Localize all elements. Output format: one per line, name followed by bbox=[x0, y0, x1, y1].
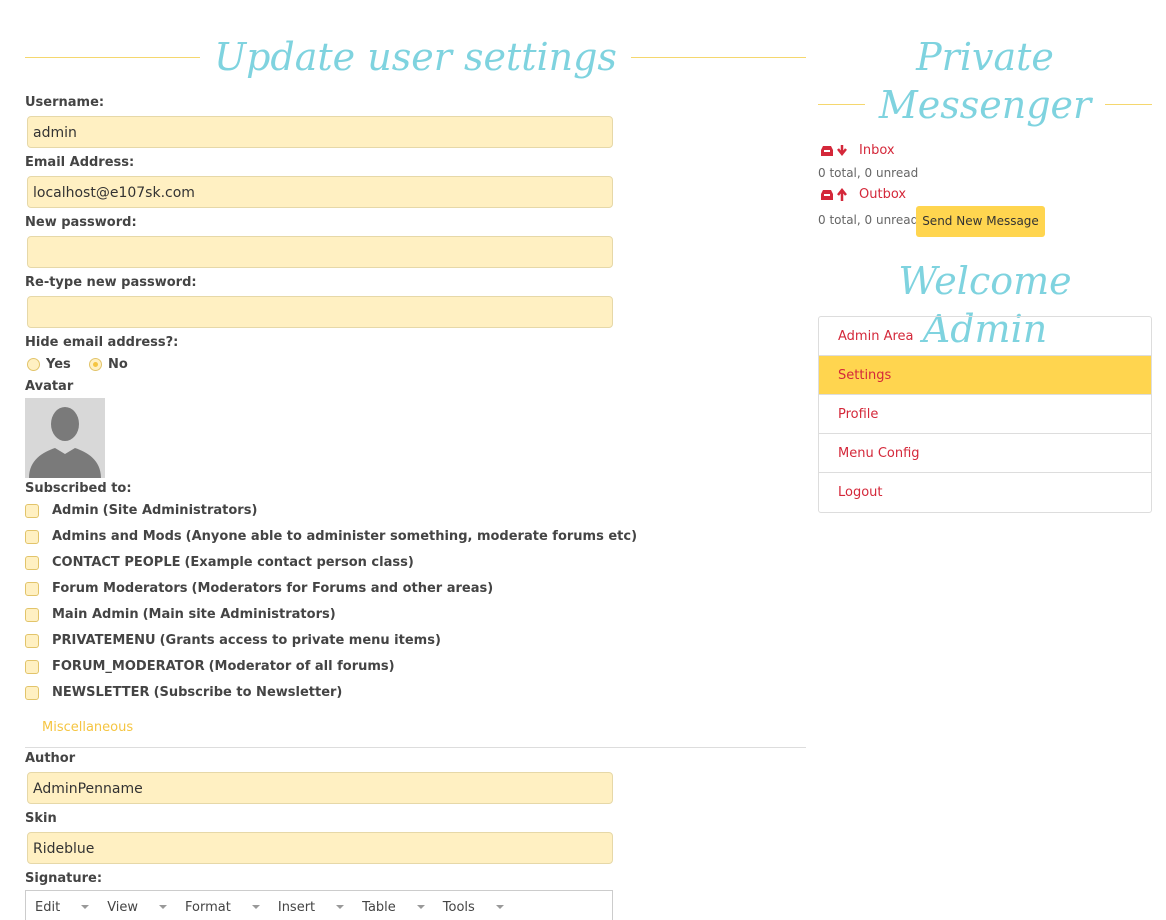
caret-down-icon bbox=[336, 905, 345, 909]
menu-format[interactable]: Format bbox=[185, 900, 260, 920]
skin-label: Skin bbox=[25, 811, 57, 826]
menu-view[interactable]: View bbox=[107, 900, 168, 920]
caret-down-icon bbox=[159, 905, 168, 909]
menu-item-settings[interactable]: Settings bbox=[819, 356, 1151, 395]
page-title: Update user settings bbox=[214, 35, 617, 79]
menu-item-logout[interactable]: Logout bbox=[819, 473, 1151, 512]
caret-down-icon bbox=[495, 905, 504, 909]
settings-heading: Update user settings bbox=[25, 33, 807, 81]
pm-heading: Private Messenger bbox=[818, 33, 1152, 129]
outbox-meta: 0 total, 0 unread bbox=[818, 213, 919, 227]
signature-label: Signature: bbox=[25, 871, 103, 886]
subscription-item[interactable]: Admins and Mods (Anyone able to administe… bbox=[25, 529, 641, 544]
email-input[interactable]: localhost@e107sk.com bbox=[27, 176, 613, 208]
retype-password-input[interactable] bbox=[27, 296, 613, 328]
hide-email-no[interactable]: No bbox=[89, 357, 128, 372]
outbox-icon bbox=[821, 187, 847, 201]
checkbox[interactable] bbox=[25, 607, 39, 622]
checkbox[interactable] bbox=[25, 555, 39, 570]
subscribed-label: Subscribed to: bbox=[25, 481, 132, 496]
menu-table[interactable]: Table bbox=[362, 900, 425, 920]
checkbox[interactable] bbox=[25, 529, 39, 544]
outbox-label: Outbox bbox=[859, 187, 907, 202]
menu-insert[interactable]: Insert bbox=[278, 900, 345, 920]
tab-miscellaneous[interactable]: Miscellaneous bbox=[42, 720, 133, 735]
caret-down-icon bbox=[81, 905, 90, 909]
pm-title-line1: Private bbox=[916, 35, 1054, 79]
outbox-link[interactable]: Outbox bbox=[820, 187, 906, 202]
inbox-meta: 0 total, 0 unread bbox=[818, 166, 919, 180]
subscription-item[interactable]: PRIVATEMENU (Grants access to private men… bbox=[25, 633, 445, 648]
caret-down-icon bbox=[251, 905, 260, 909]
pm-title-line2: Messenger bbox=[878, 83, 1092, 127]
subscription-item[interactable]: CONTACT PEOPLE (Example contact person cl… bbox=[25, 555, 418, 570]
send-new-message-button[interactable]: Send New Message bbox=[916, 206, 1045, 237]
menu-edit[interactable]: Edit bbox=[35, 900, 90, 920]
subscription-item[interactable]: NEWSLETTER (Subscribe to Newsletter) bbox=[25, 685, 346, 700]
menu-item-profile[interactable]: Profile bbox=[819, 395, 1151, 434]
menu-item-menu-config[interactable]: Menu Config bbox=[819, 434, 1151, 473]
caret-down-icon bbox=[416, 905, 425, 909]
welcome-menu: Admin Area Settings Profile Menu Config … bbox=[818, 316, 1152, 513]
radio-yes[interactable] bbox=[27, 358, 40, 371]
hide-email-yes[interactable]: Yes bbox=[27, 357, 71, 372]
radio-yes-label: Yes bbox=[46, 357, 71, 372]
new-password-input[interactable] bbox=[27, 236, 613, 268]
radio-no-label: No bbox=[108, 357, 128, 372]
avatar[interactable] bbox=[25, 398, 105, 478]
subscription-item[interactable]: Main Admin (Main site Administrators) bbox=[25, 607, 340, 622]
inbox-icon bbox=[821, 144, 847, 156]
hide-email-label: Hide email address?: bbox=[25, 335, 179, 350]
avatar-placeholder-icon bbox=[29, 407, 101, 478]
tab-divider bbox=[25, 747, 806, 748]
email-label: Email Address: bbox=[25, 155, 135, 170]
radio-no[interactable] bbox=[89, 358, 102, 371]
subscription-item[interactable]: Forum Moderators (Moderators for Forums a… bbox=[25, 581, 497, 596]
checkbox[interactable] bbox=[25, 659, 39, 674]
inbox-label: Inbox bbox=[859, 143, 895, 158]
subscription-item[interactable]: Admin (Site Administrators) bbox=[25, 503, 261, 518]
username-label: Username: bbox=[25, 95, 105, 110]
menu-tools[interactable]: Tools bbox=[443, 900, 504, 920]
username-input[interactable]: admin bbox=[27, 116, 613, 148]
checkbox[interactable] bbox=[25, 685, 39, 700]
skin-select[interactable]: Rideblue bbox=[27, 832, 613, 864]
avatar-label: Avatar bbox=[25, 379, 74, 394]
menu-item-admin-area[interactable]: Admin Area bbox=[819, 317, 1151, 356]
inbox-link[interactable]: Inbox bbox=[820, 143, 895, 158]
checkbox[interactable] bbox=[25, 503, 39, 518]
subscription-item[interactable]: FORUM_MODERATOR (Moderator of all forums) bbox=[25, 659, 399, 674]
author-input[interactable]: AdminPenname bbox=[27, 772, 613, 804]
new-password-label: New password: bbox=[25, 215, 137, 230]
retype-password-label: Re-type new password: bbox=[25, 275, 197, 290]
checkbox[interactable] bbox=[25, 633, 39, 648]
editor-toolbar: Edit View Format Insert Table Tools bbox=[25, 890, 613, 920]
author-label: Author bbox=[25, 751, 76, 766]
checkbox[interactable] bbox=[25, 581, 39, 596]
